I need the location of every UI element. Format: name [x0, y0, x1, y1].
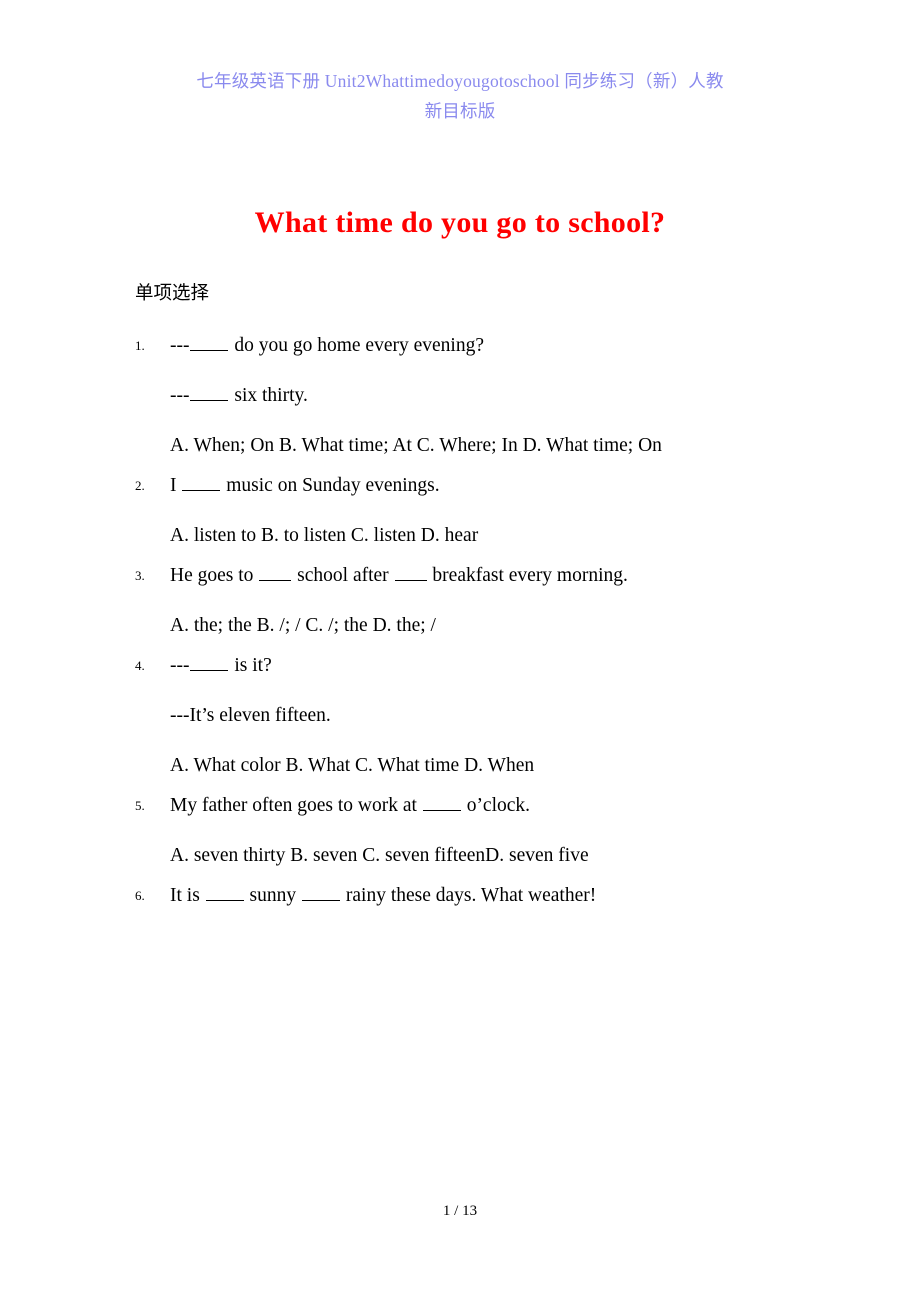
- question-item: 6. It is sunny rainy these days. What we…: [135, 882, 785, 909]
- page-title: What time do you go to school?: [254, 206, 666, 239]
- dialogue-dash: ---: [170, 335, 190, 356]
- dialogue-dash: ---: [170, 385, 190, 406]
- question-body: My father often goes to work at o’clock.…: [170, 792, 785, 869]
- answer-blank: [205, 884, 244, 901]
- question-number: 3.: [135, 568, 145, 583]
- question-stem-post: o’clock.: [461, 795, 531, 816]
- question-stem-line: --- is it?: [170, 652, 785, 679]
- header-line-2: 新目标版: [424, 101, 496, 121]
- question-stem-line: My father often goes to work at o’clock.: [170, 792, 785, 819]
- question-item: 2. I music on Sunday evenings. A. listen…: [135, 472, 785, 549]
- question-stem-pre: My father often goes to work at: [170, 795, 422, 816]
- question-options: A. listen to B. to listen C. listen D. h…: [170, 525, 479, 546]
- question-number: 4.: [135, 658, 145, 673]
- question-stem-line: --- six thirty.: [170, 382, 785, 409]
- answer-blank: [190, 654, 229, 671]
- question-stem-pre: He goes to: [170, 565, 259, 586]
- question-item: 3. He goes to school after breakfast eve…: [135, 562, 785, 639]
- header-line-1: 七年级英语下册 Unit2Whattimedoyougotoschool 同步练…: [196, 71, 724, 91]
- question-stem-tail: do you go home every evening?: [229, 335, 484, 356]
- question-stem-post: music on Sunday evenings.: [221, 475, 440, 496]
- question-stem-mid: school after: [292, 565, 394, 586]
- page-footer: 1 / 13: [442, 1203, 478, 1219]
- question-stem-tail: six thirty.: [229, 385, 308, 406]
- question-stem-line: I music on Sunday evenings.: [170, 472, 785, 499]
- question-body: He goes to school after breakfast every …: [170, 562, 785, 639]
- question-stem-mid: sunny: [244, 885, 302, 906]
- answer-blank: [422, 794, 461, 811]
- section-heading: 单项选择: [135, 284, 210, 304]
- question-item: 4. --- is it? ---It’s eleven fifteen. A.…: [135, 652, 785, 779]
- document-running-header: 七年级英语下册 Unit2Whattimedoyougotoschool 同步练…: [135, 66, 785, 126]
- question-body: It is sunny rainy these days. What weath…: [170, 882, 785, 909]
- question-answer-line: ---It’s eleven fifteen.: [170, 705, 331, 726]
- question-number: 5.: [135, 798, 145, 813]
- question-body: --- is it? ---It’s eleven fifteen. A. Wh…: [170, 652, 785, 779]
- answer-blank: [190, 384, 229, 401]
- question-stem-pre: It is: [170, 885, 205, 906]
- question-number: 6.: [135, 888, 145, 903]
- question-stem-tail: is it?: [229, 655, 272, 676]
- question-body: --- do you go home every evening? --- si…: [170, 332, 785, 459]
- question-stem-pre: I: [170, 475, 182, 496]
- question-options: A. the; the B. /; / C. /; the D. the; /: [170, 615, 436, 636]
- question-options: A. What color B. What C. What time D. Wh…: [170, 755, 535, 776]
- question-body: I music on Sunday evenings. A. listen to…: [170, 472, 785, 549]
- question-stem-line: --- do you go home every evening?: [170, 332, 785, 359]
- question-stem-line: He goes to school after breakfast every …: [170, 562, 785, 589]
- question-item: 5. My father often goes to work at o’clo…: [135, 792, 785, 869]
- question-options: A. When; On B. What time; At C. Where; I…: [170, 435, 662, 456]
- question-number: 2.: [135, 478, 145, 493]
- answer-blank: [394, 564, 427, 581]
- answer-blank: [190, 334, 229, 351]
- question-list: 1. --- do you go home every evening? ---…: [135, 332, 785, 922]
- dialogue-dash: ---: [170, 655, 190, 676]
- question-options: A. seven thirty B. seven C. seven fiftee…: [170, 845, 589, 866]
- answer-blank: [302, 884, 341, 901]
- question-number: 1.: [135, 338, 145, 353]
- question-stem-line: It is sunny rainy these days. What weath…: [170, 882, 785, 909]
- answer-blank: [259, 564, 292, 581]
- document-page: 七年级英语下册 Unit2Whattimedoyougotoschool 同步练…: [0, 0, 920, 1302]
- question-stem-post: rainy these days. What weather!: [341, 885, 597, 906]
- question-item: 1. --- do you go home every evening? ---…: [135, 332, 785, 459]
- answer-blank: [182, 474, 221, 491]
- question-stem-post: breakfast every morning.: [427, 565, 628, 586]
